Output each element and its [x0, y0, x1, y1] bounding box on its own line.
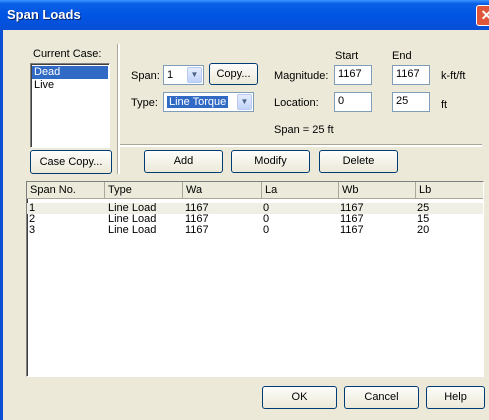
span-select[interactable]: 1 ▼ [163, 65, 204, 85]
chevron-down-icon[interactable]: ▼ [187, 67, 202, 83]
table-row[interactable]: 1 Line Load 1167 0 1167 25 [27, 203, 483, 214]
span-loads-dialog: Span Loads ✕ Current Case: Dead Live Cas… [0, 0, 489, 420]
chevron-down-icon[interactable]: ▼ [237, 94, 252, 110]
cell-type: Line Load [108, 224, 157, 236]
ok-button[interactable]: OK [262, 386, 337, 409]
column-header-wb[interactable]: Wb [339, 182, 416, 199]
span-select-value: 1 [167, 69, 174, 81]
location-start-input[interactable]: 0 [334, 92, 372, 112]
column-header-span-no[interactable]: Span No. [27, 182, 105, 199]
case-copy-button[interactable]: Case Copy... [30, 150, 112, 174]
cancel-button[interactable]: Cancel [344, 386, 419, 409]
type-select-value: Line Torque [167, 96, 229, 108]
case-list[interactable]: Dead Live [30, 63, 110, 148]
column-header-la[interactable]: La [262, 182, 339, 199]
magnitude-start-input[interactable]: 1167 [334, 65, 372, 85]
location-label: Location: [274, 97, 319, 109]
magnitude-unit: k-ft/ft [441, 70, 466, 82]
span-label: Span: [131, 70, 160, 82]
span-length-text: Span = 25 ft [274, 124, 334, 136]
start-column-header: Start [335, 50, 359, 62]
type-select[interactable]: Line Torque ▼ [163, 92, 254, 112]
cell-wb: 1167 [340, 224, 364, 236]
delete-button[interactable]: Delete [319, 150, 398, 173]
current-case-label: Current Case: [33, 48, 102, 60]
cell-lb: 20 [417, 224, 430, 236]
magnitude-end-input[interactable]: 1167 [392, 65, 430, 85]
modify-button[interactable]: Modify [231, 150, 310, 173]
column-header-wa[interactable]: Wa [183, 182, 262, 199]
window-frame-left [0, 30, 3, 420]
help-button[interactable]: Help [426, 386, 485, 409]
close-icon[interactable]: ✕ [476, 5, 489, 26]
add-button[interactable]: Add [144, 150, 223, 173]
cell-la: 0 [263, 224, 270, 236]
table-header: Span No. Type Wa La Wb Lb [27, 182, 483, 199]
span-copy-button[interactable]: Copy... [209, 63, 258, 85]
dialog-title: Span Loads [7, 7, 81, 22]
case-item-dead[interactable]: Dead [32, 66, 108, 79]
type-label: Type: [131, 97, 158, 109]
column-header-type[interactable]: Type [105, 182, 183, 199]
cell-wa: 1167 [185, 224, 209, 236]
horizontal-divider [120, 144, 482, 147]
end-column-header: End [392, 50, 412, 62]
vertical-divider [117, 44, 120, 174]
case-item-live[interactable]: Live [32, 79, 108, 92]
table-row[interactable]: 2 Line Load 1167 0 1167 15 [27, 214, 483, 225]
location-end-input[interactable]: 25 [392, 92, 430, 112]
loads-table[interactable]: Span No. Type Wa La Wb Lb 1 Line Load 11… [26, 181, 484, 377]
title-bar: Span Loads ✕ [0, 0, 489, 30]
table-row[interactable]: 3 Line Load 1167 0 1167 20 [27, 225, 483, 236]
location-unit: ft [441, 99, 448, 111]
magnitude-label: Magnitude: [274, 70, 329, 82]
cell-span-no: 3 [29, 224, 36, 236]
column-header-lb[interactable]: Lb [416, 182, 483, 199]
